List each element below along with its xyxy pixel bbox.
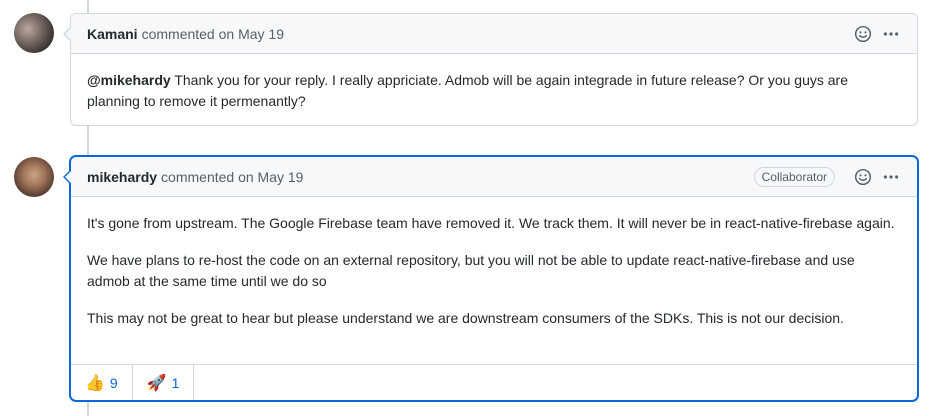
avatar[interactable] bbox=[14, 157, 54, 197]
reaction-count: 9 bbox=[109, 374, 118, 391]
comment-header: mikehardy commented on May 19 Collaborat… bbox=[71, 157, 917, 197]
comment-actions bbox=[845, 24, 901, 44]
user-mention-link[interactable]: @mikehardy bbox=[87, 72, 171, 88]
comment-timestamp[interactable]: commented on May 19 bbox=[142, 26, 284, 42]
comment-text: Thank you for your reply. I really appri… bbox=[87, 72, 848, 109]
reactions-bar: 👍 9 🚀 1 bbox=[71, 364, 917, 400]
comment-actions: Collaborator bbox=[753, 166, 901, 187]
comment-paragraph: @mikehardy Thank you for your reply. I r… bbox=[87, 70, 901, 112]
comment: mikehardy commented on May 19 Collaborat… bbox=[63, 156, 918, 401]
comment-body: @mikehardy Thank you for your reply. I r… bbox=[71, 54, 917, 112]
avatar[interactable] bbox=[14, 13, 54, 53]
thumbs-up-icon: 👍 bbox=[85, 374, 105, 392]
comment-paragraph: It's gone from upstream. The Google Fire… bbox=[87, 215, 895, 231]
add-reaction-icon[interactable] bbox=[853, 24, 873, 44]
kebab-menu-icon[interactable] bbox=[881, 167, 901, 187]
add-reaction-icon[interactable] bbox=[853, 167, 873, 187]
comment-caret bbox=[63, 26, 72, 42]
comment-author[interactable]: Kamani bbox=[87, 26, 138, 42]
rocket-icon: 🚀 bbox=[146, 374, 167, 392]
collaborator-badge: Collaborator bbox=[753, 166, 835, 187]
reaction-thumbs-up-button[interactable]: 👍 9 bbox=[71, 365, 133, 400]
comment-timestamp[interactable]: commented on May 19 bbox=[161, 169, 303, 185]
kebab-menu-icon[interactable] bbox=[881, 24, 901, 44]
comment-header: Kamani commented on May 19 bbox=[71, 14, 917, 54]
reaction-count: 1 bbox=[171, 374, 180, 391]
comment-body: It's gone from upstream. The Google Fire… bbox=[71, 197, 917, 329]
reaction-rocket-button[interactable]: 🚀 1 bbox=[133, 365, 195, 400]
comment-paragraph: We have plans to re-host the code on an … bbox=[87, 252, 855, 289]
comment-author[interactable]: mikehardy bbox=[87, 169, 157, 185]
comment-caret bbox=[63, 169, 72, 185]
comment: Kamani commented on May 19 @mikehardy Th… bbox=[63, 13, 918, 126]
comment-paragraph: This may not be great to hear but please… bbox=[87, 310, 844, 326]
